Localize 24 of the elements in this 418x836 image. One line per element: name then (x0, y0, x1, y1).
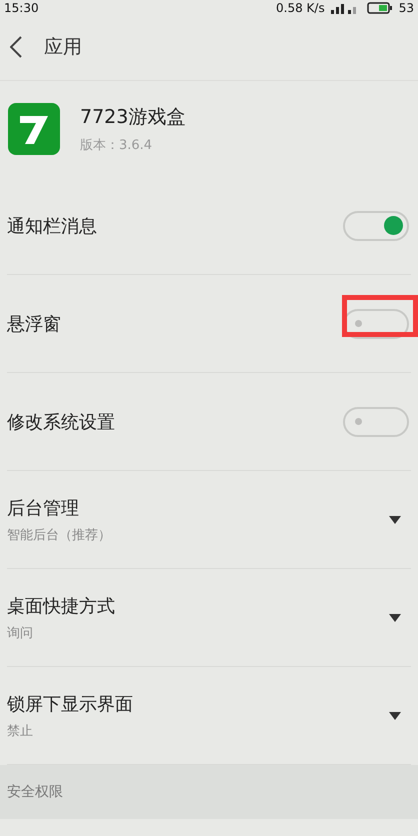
dropdown-caret-icon[interactable] (389, 614, 401, 622)
network-speed: 0.58 K/s (276, 2, 325, 14)
status-time: 15:30 (4, 2, 39, 14)
setting-label: 悬浮窗 (7, 312, 61, 336)
setting-label: 锁屏下显示界面 (7, 692, 133, 716)
setting-value: 禁止 (7, 722, 34, 740)
setting-label: 通知栏消息 (7, 214, 97, 238)
battery-icon (366, 2, 393, 14)
dropdown-caret-icon[interactable] (389, 712, 401, 720)
setting-label: 后台管理 (7, 496, 80, 520)
back-icon[interactable] (10, 36, 22, 58)
battery-level: 53 (398, 2, 414, 14)
setting-value: 询问 (7, 624, 34, 642)
toggle-switch[interactable] (343, 406, 409, 436)
toggle-switch[interactable] (343, 210, 409, 240)
app-version: 版本：3.6.4 (80, 137, 154, 154)
setting-value: 智能后台（推荐） (7, 526, 111, 544)
page-title: 应用 (44, 35, 82, 60)
app-name: 7723游戏盒 (80, 105, 186, 130)
app-icon (8, 103, 60, 155)
setting-label: 修改系统设置 (7, 410, 115, 434)
dropdown-caret-icon[interactable] (389, 516, 401, 524)
setting-label: 桌面快捷方式 (7, 594, 115, 618)
section-header: 安全权限 (7, 783, 63, 801)
